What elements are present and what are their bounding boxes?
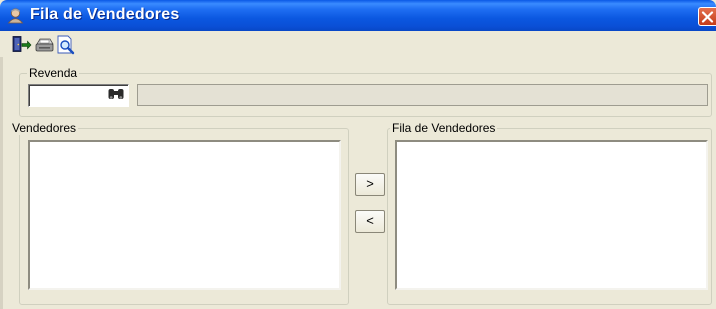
- vendedores-listbox[interactable]: [28, 140, 341, 290]
- binoculars-icon[interactable]: [107, 86, 125, 102]
- print-preview-button[interactable]: [55, 35, 77, 55]
- window-title: Fila de Vendedores: [30, 6, 180, 23]
- exit-door-icon: [12, 36, 32, 52]
- fila-vendedores-label: Fila de Vendedores: [390, 121, 498, 135]
- close-icon: [701, 11, 714, 23]
- title-bar[interactable]: Fila de Vendedores: [0, 0, 716, 31]
- remove-from-queue-button[interactable]: <: [355, 210, 385, 233]
- print-preview-icon: [57, 35, 75, 55]
- printer-icon: [35, 38, 54, 52]
- add-to-queue-button[interactable]: >: [355, 173, 385, 196]
- toolbar: [0, 31, 716, 57]
- window-left-edge: [0, 57, 3, 309]
- main-window: Fila de Vendedores Revenda Vendedores > …: [0, 0, 716, 309]
- close-button[interactable]: [698, 7, 716, 26]
- revenda-name-display: [137, 84, 708, 106]
- user-avatar-icon: [7, 7, 24, 24]
- exit-button[interactable]: [10, 35, 32, 55]
- print-button[interactable]: [33, 35, 55, 55]
- fila-vendedores-listbox[interactable]: [395, 140, 708, 290]
- revenda-label: Revenda: [27, 66, 80, 80]
- vendedores-label: Vendedores: [10, 121, 79, 135]
